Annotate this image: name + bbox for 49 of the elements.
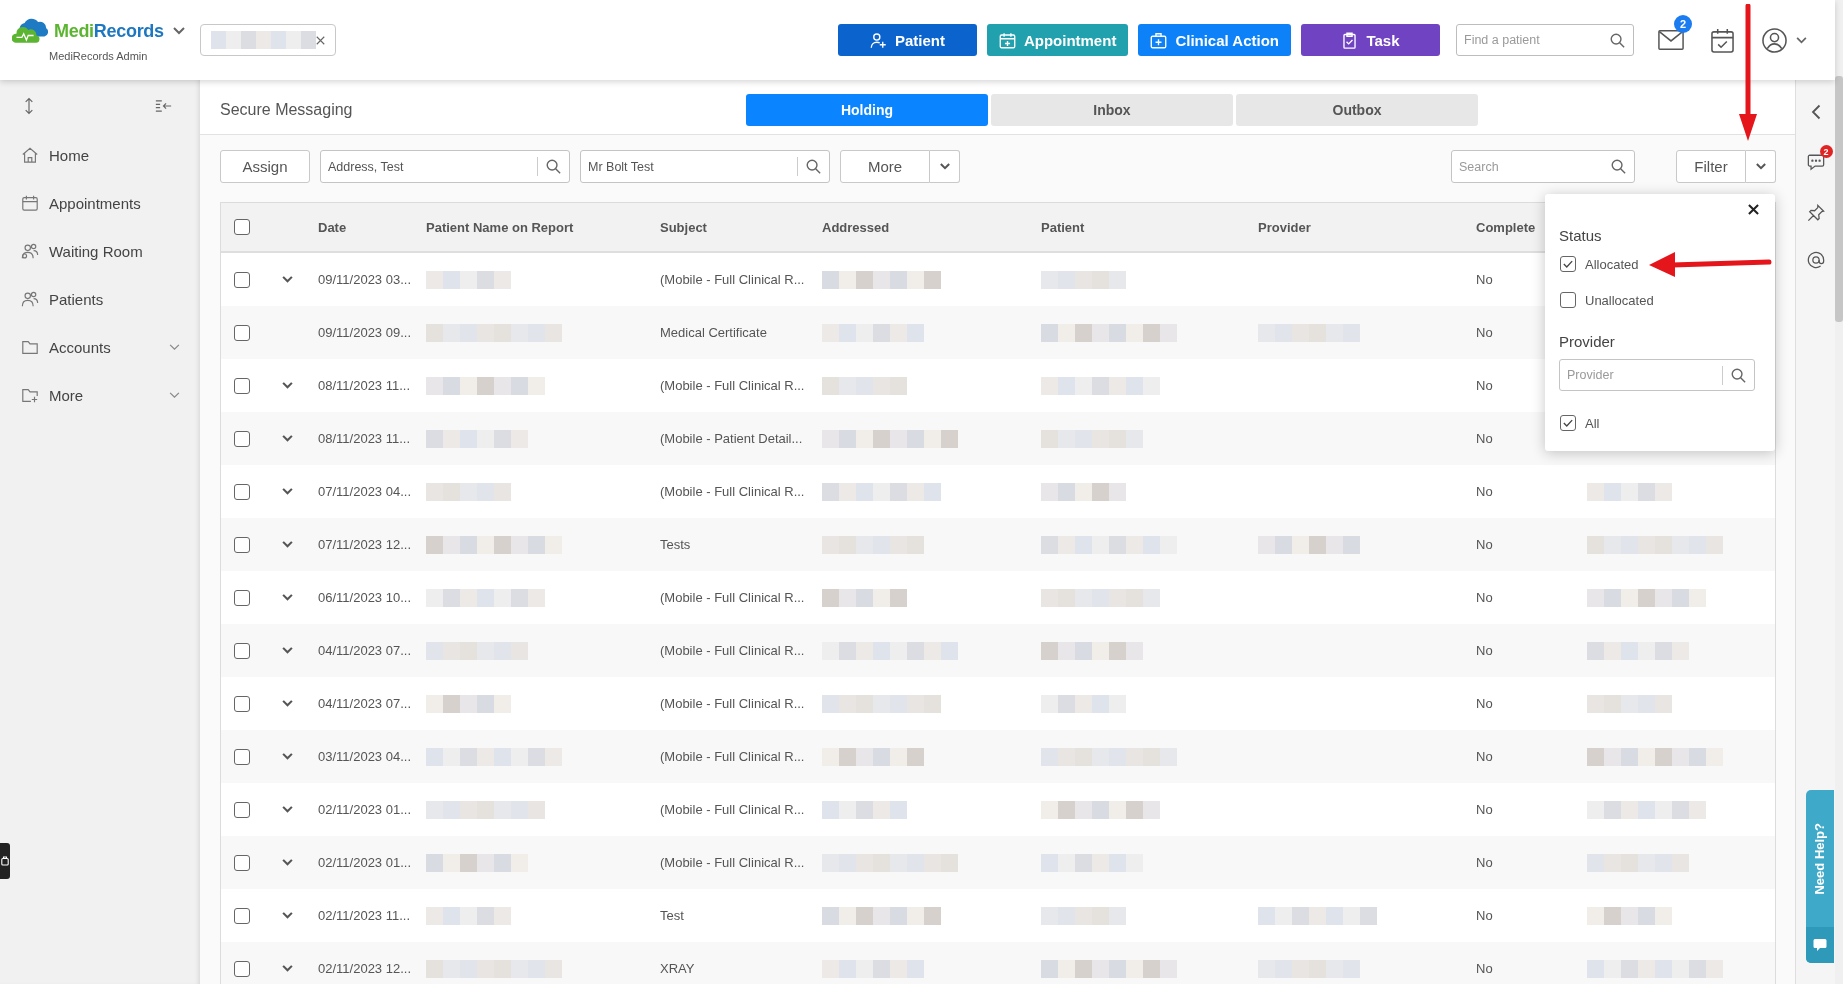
table-cell: (Mobile - Full Clinical R... (660, 696, 805, 711)
table-cell: 02/11/2023 01... (318, 855, 411, 870)
table-cell: No (1476, 484, 1493, 499)
table-cell: No (1476, 431, 1493, 446)
table-cell: (Mobile - Full Clinical R... (660, 855, 805, 870)
table-cell: (Mobile - Full Clinical R... (660, 378, 805, 393)
table-cell: (Mobile - Full Clinical R... (660, 643, 805, 658)
section-heading: Provider (1559, 332, 1615, 352)
table-cell: 08/11/2023 11... (318, 378, 411, 393)
table-cell: 04/11/2023 07... (318, 643, 411, 658)
table-cell: (Mobile - Patient Detail... (660, 431, 803, 446)
table-cell: 06/11/2023 10... (318, 590, 411, 605)
table-cell: No (1476, 908, 1493, 923)
table-cell: 08/11/2023 11... (318, 431, 411, 446)
notification-badge: 2 (1819, 145, 1833, 158)
table-cell: Tests (660, 537, 691, 552)
table-cell: (Mobile - Full Clinical R... (660, 272, 805, 287)
table-cell: No (1476, 855, 1493, 870)
table-cell: 09/11/2023 03... (318, 272, 411, 287)
table-cell: (Mobile - Full Clinical R... (660, 749, 805, 764)
page-title: Secure Messaging (220, 100, 354, 120)
table-cell: Test (660, 908, 684, 923)
table-cell: Medical Certificate (660, 325, 767, 340)
table-cell: (Mobile - Full Clinical R... (660, 802, 805, 817)
notification-badge: 2 (1674, 15, 1692, 33)
table-cell: 07/11/2023 04... (318, 484, 411, 499)
section-heading: Status (1559, 226, 1602, 246)
table-cell: (Mobile - Full Clinical R... (660, 484, 805, 499)
table-cell: 03/11/2023 04... (318, 749, 411, 764)
table-cell: No (1476, 643, 1493, 658)
table-cell: No (1476, 802, 1493, 817)
table-cell: No (1476, 325, 1493, 340)
table-cell: 02/11/2023 12... (318, 961, 411, 976)
table-cell: 04/11/2023 07... (318, 696, 411, 711)
table-cell: 07/11/2023 12... (318, 537, 411, 552)
table-cell: (Mobile - Full Clinical R... (660, 590, 805, 605)
table-cell: No (1476, 696, 1493, 711)
table-cell: No (1476, 272, 1493, 287)
table-cell: No (1476, 537, 1493, 552)
brand-name: MediRecords (54, 20, 164, 42)
brand-subtitle: MediRecords Admin (49, 50, 148, 62)
table-cell: No (1476, 749, 1493, 764)
table-cell: 09/11/2023 09... (318, 325, 411, 340)
table-cell: XRAY (660, 961, 695, 976)
table-cell: No (1476, 378, 1493, 393)
table-cell: No (1476, 590, 1493, 605)
table-cell: No (1476, 961, 1493, 976)
table-cell: 02/11/2023 01... (318, 802, 411, 817)
table-cell: 02/11/2023 11... (318, 908, 411, 923)
